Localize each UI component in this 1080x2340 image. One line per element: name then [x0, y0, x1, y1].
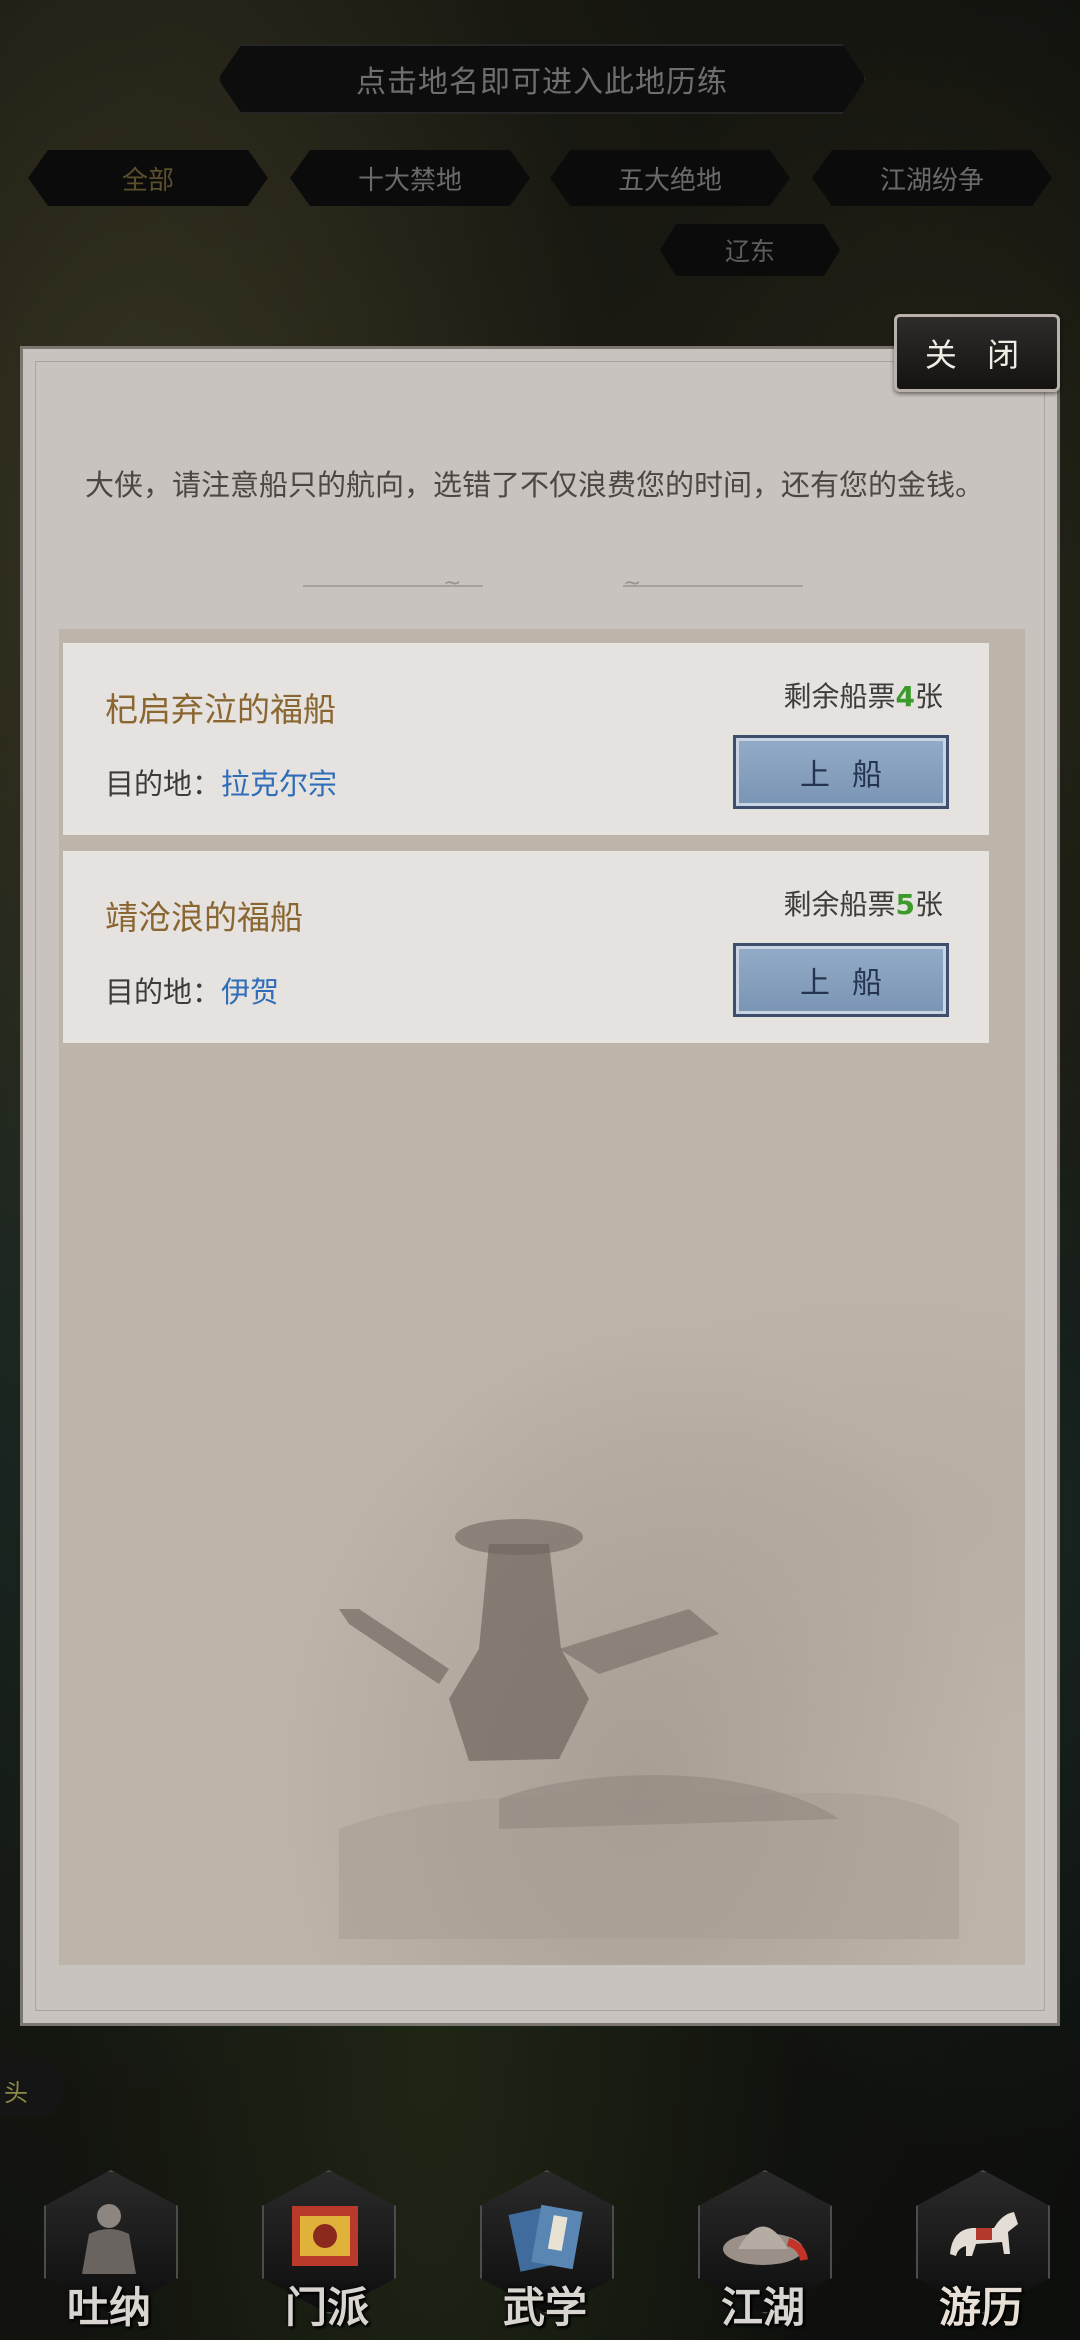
nav-martial-label: 武学 — [502, 2283, 587, 2332]
nav-sect[interactable]: 门派 — [252, 2170, 402, 2335]
remaining-tickets: 剩余船票4张 — [783, 675, 943, 715]
board-ship-button[interactable]: 上船 — [733, 735, 949, 809]
horse-icon — [950, 2212, 1018, 2256]
destination-value: 伊贺 — [221, 975, 280, 1009]
sect-banner-icon — [292, 2206, 358, 2266]
meditation-figure-icon — [82, 2204, 136, 2274]
nav-tuna[interactable]: 吐纳 — [34, 2170, 184, 2335]
tickets-suffix: 张 — [914, 888, 943, 921]
wanderer-silhouette-icon — [339, 1519, 959, 1939]
ship-name: 靖沧浪的福船 — [105, 898, 303, 937]
nav-jianghu-label: 江湖 — [720, 2283, 805, 2332]
ship-dialog: 大侠，请注意船只的航向，选错了不仅浪费您的时间，还有您的金钱。 ~ ~ 杞启弃泣… — [20, 346, 1060, 2026]
side-location-tab[interactable]: 头 — [0, 2064, 66, 2116]
destination-label: 目的地： — [105, 975, 222, 1009]
ship-card: 靖沧浪的福船 目的地：伊贺 剩余船票5张 上船 — [63, 851, 989, 1043]
tickets-count: 4 — [895, 680, 915, 713]
ship-card: 杞启弃泣的福船 目的地：拉克尔宗 剩余船票4张 上船 — [63, 643, 989, 835]
tickets-count: 5 — [895, 888, 915, 921]
nav-travel[interactable]: 游历 — [906, 2170, 1056, 2335]
remaining-tickets: 剩余船票5张 — [783, 883, 943, 923]
destination-row: 目的地：伊贺 — [105, 969, 279, 1011]
tickets-suffix: 张 — [914, 680, 943, 713]
divider-ornament-left-icon: ~ — [443, 571, 462, 596]
nav-jianghu[interactable]: 江湖 — [688, 2170, 838, 2335]
destination-row: 目的地：拉克尔宗 — [105, 761, 337, 803]
close-button[interactable]: 关 闭 — [894, 314, 1060, 392]
tickets-prefix: 剩余船票 — [783, 888, 896, 921]
martial-book-icon — [508, 2204, 583, 2272]
nav-sect-label: 门派 — [284, 2283, 369, 2332]
nav-travel-label: 游历 — [938, 2283, 1023, 2332]
ship-name: 杞启弃泣的福船 — [105, 690, 336, 729]
divider-right — [623, 575, 803, 587]
bottom-navigation: 吐纳 门派 武学 江湖 游历 — [0, 2150, 1080, 2340]
destination-label: 目的地： — [105, 767, 222, 801]
ship-list: 杞启弃泣的福船 目的地：拉克尔宗 剩余船票4张 上船 靖沧浪的福船 目的地：伊贺… — [59, 629, 1025, 1965]
nav-tuna-label: 吐纳 — [66, 2283, 151, 2332]
nav-martial[interactable]: 武学 — [470, 2170, 620, 2335]
straw-hat-icon — [723, 2226, 808, 2265]
tickets-prefix: 剩余船票 — [783, 680, 896, 713]
board-ship-button[interactable]: 上船 — [733, 943, 949, 1017]
destination-value: 拉克尔宗 — [221, 767, 338, 801]
warning-notice: 大侠，请注意船只的航向，选错了不仅浪费您的时间，还有您的金钱。 — [85, 468, 985, 502]
